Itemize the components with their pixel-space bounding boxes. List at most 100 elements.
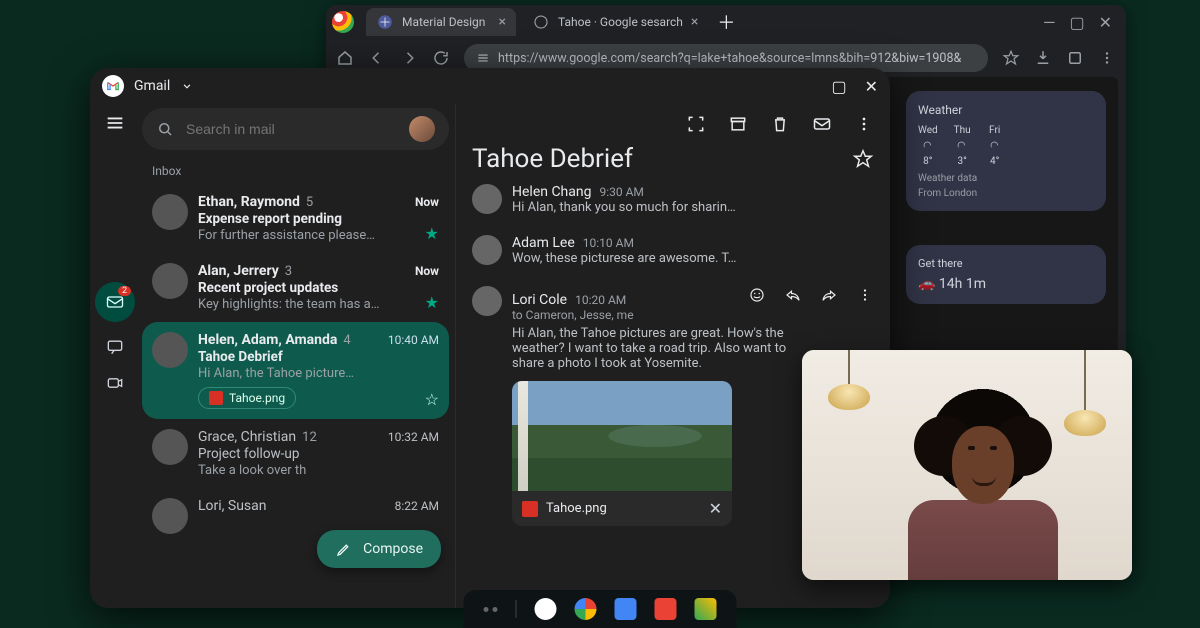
close-icon[interactable]: ✕ bbox=[709, 499, 722, 518]
pencil-icon bbox=[335, 540, 353, 558]
thread-item-selected[interactable]: Helen, Adam, Amanda410:40 AM Tahoe Debri… bbox=[142, 322, 449, 419]
chrome-tabstrip: Material Design × Tahoe · Google sesarch… bbox=[326, 5, 1126, 39]
route-title: Get there bbox=[918, 257, 1094, 270]
back-icon[interactable] bbox=[368, 49, 386, 67]
new-tab-button[interactable]: ＋ bbox=[714, 10, 738, 34]
subject: Expense report pending bbox=[198, 211, 439, 227]
rain-icon bbox=[987, 138, 1003, 154]
forward-icon[interactable] bbox=[400, 49, 418, 67]
rain-icon bbox=[920, 138, 936, 154]
close-icon[interactable]: × bbox=[691, 14, 698, 30]
weather-temp: 4° bbox=[990, 156, 999, 167]
route-card[interactable]: Get there 🚗 14h 1m bbox=[906, 245, 1106, 304]
gmail-logo-icon bbox=[102, 75, 124, 97]
avatar bbox=[152, 429, 188, 465]
star-icon[interactable]: ★ bbox=[425, 293, 439, 312]
preview: Take a look over th bbox=[198, 463, 439, 478]
extensions-icon[interactable] bbox=[1066, 49, 1084, 67]
reply-icon[interactable] bbox=[784, 286, 802, 304]
star-outline-icon[interactable]: ☆ bbox=[425, 390, 439, 409]
star-icon[interactable]: ★ bbox=[425, 224, 439, 243]
account-avatar[interactable] bbox=[409, 116, 435, 142]
mail-rail-button[interactable]: 2 bbox=[95, 282, 135, 322]
close-icon[interactable]: ✕ bbox=[1099, 13, 1112, 32]
time: 8:22 AM bbox=[395, 499, 439, 513]
search-input[interactable] bbox=[186, 121, 397, 137]
forward-icon[interactable] bbox=[820, 286, 838, 304]
overflow-icon[interactable] bbox=[856, 286, 874, 304]
overflow-icon[interactable] bbox=[854, 114, 874, 134]
thread-count: 12 bbox=[302, 430, 317, 445]
attachment-name: Tahoe.png bbox=[229, 391, 285, 405]
message-collapsed[interactable]: Helen Chang9:30 AM Hi Alan, thank you so… bbox=[472, 174, 874, 225]
tab-title: Tahoe · Google sesarch bbox=[558, 15, 683, 29]
window-controls: — ▢ ✕ bbox=[1043, 13, 1120, 32]
attachment-card[interactable]: Tahoe.png ✕ bbox=[512, 381, 732, 526]
close-icon[interactable]: ✕ bbox=[865, 77, 878, 96]
msg-body: Hi Alan, the Tahoe pictures are great. H… bbox=[512, 326, 812, 371]
image-file-icon bbox=[522, 501, 538, 517]
menu-icon[interactable] bbox=[104, 112, 126, 134]
globe-icon bbox=[532, 13, 550, 31]
mark-unread-icon[interactable] bbox=[812, 114, 832, 134]
weather-from: From London bbox=[918, 188, 1094, 199]
taskbar-chrome-icon[interactable] bbox=[575, 598, 597, 620]
taskbar-docs-icon[interactable] bbox=[615, 598, 637, 620]
material-icon bbox=[376, 13, 394, 31]
archive-icon[interactable] bbox=[728, 114, 748, 134]
thread-count: 3 bbox=[285, 264, 292, 279]
chevron-down-icon[interactable] bbox=[180, 79, 194, 93]
weather-card[interactable]: Weather Wed8° Thu3° Fri4° Weather data F… bbox=[906, 91, 1106, 211]
section-label: Inbox bbox=[142, 150, 449, 184]
taskbar-gmail-icon[interactable] bbox=[535, 598, 557, 620]
search-bar[interactable] bbox=[142, 108, 449, 150]
msg-time: 9:30 AM bbox=[599, 185, 643, 199]
minimize-icon[interactable]: — bbox=[1043, 13, 1056, 32]
thread-list: Inbox Ethan, Raymond5Now Expense report … bbox=[140, 104, 455, 608]
reload-icon[interactable] bbox=[432, 49, 450, 67]
thread-item[interactable]: Alan, Jerrery3Now Recent project updates… bbox=[142, 253, 449, 322]
overflow-icon[interactable] bbox=[1098, 49, 1116, 67]
avatar bbox=[152, 263, 188, 299]
msg-recipients[interactable]: to Cameron, Jesse, me bbox=[512, 308, 874, 322]
taskbar-youtube-icon[interactable] bbox=[655, 598, 677, 620]
taskbar bbox=[464, 590, 737, 628]
thread-item[interactable]: Ethan, Raymond5Now Expense report pendin… bbox=[142, 184, 449, 253]
attachment-chip[interactable]: Tahoe.png bbox=[198, 387, 296, 409]
browser-tab-material[interactable]: Material Design × bbox=[366, 8, 516, 36]
weather-day: Fri bbox=[989, 125, 1000, 136]
attachment-thumbnail bbox=[512, 381, 732, 491]
app-drawer-icon[interactable] bbox=[484, 607, 498, 612]
weather-title: Weather bbox=[918, 103, 1094, 117]
chat-icon[interactable] bbox=[104, 336, 126, 358]
preview: Hi Alan, the Tahoe picture… bbox=[198, 366, 439, 381]
browser-tab-tahoe[interactable]: Tahoe · Google sesarch × bbox=[522, 8, 708, 36]
emoji-icon[interactable] bbox=[748, 286, 766, 304]
delete-icon[interactable] bbox=[770, 114, 790, 134]
expand-icon[interactable] bbox=[686, 114, 706, 134]
star-icon[interactable] bbox=[1002, 49, 1020, 67]
reader-subject: Tahoe Debrief bbox=[472, 144, 633, 174]
close-icon[interactable]: × bbox=[499, 14, 506, 30]
msg-sender: Lori Cole bbox=[512, 292, 567, 308]
video-pip[interactable] bbox=[802, 350, 1132, 580]
sender: Ethan, Raymond bbox=[198, 194, 300, 210]
message-collapsed[interactable]: Adam Lee10:10 AM Wow, these picturese ar… bbox=[472, 225, 874, 276]
avatar bbox=[472, 184, 502, 214]
compose-button[interactable]: Compose bbox=[317, 530, 441, 568]
msg-time: 10:10 AM bbox=[583, 236, 634, 250]
meet-icon[interactable] bbox=[104, 372, 126, 394]
home-icon[interactable] bbox=[336, 49, 354, 67]
star-outline-icon[interactable] bbox=[852, 148, 874, 170]
thread-item[interactable]: Grace, Christian1210:32 AM Project follo… bbox=[142, 419, 449, 488]
maximize-icon[interactable]: ▢ bbox=[831, 77, 846, 96]
avatar bbox=[472, 286, 502, 316]
taskbar-drive-icon[interactable] bbox=[695, 598, 717, 620]
preview: Key highlights: the team has a… bbox=[198, 297, 439, 312]
download-icon[interactable] bbox=[1034, 49, 1052, 67]
separator bbox=[516, 600, 517, 618]
maximize-icon[interactable]: ▢ bbox=[1069, 13, 1084, 32]
app-title: Gmail bbox=[134, 78, 170, 94]
attachment-name: Tahoe.png bbox=[546, 501, 607, 516]
rain-icon bbox=[954, 138, 970, 154]
